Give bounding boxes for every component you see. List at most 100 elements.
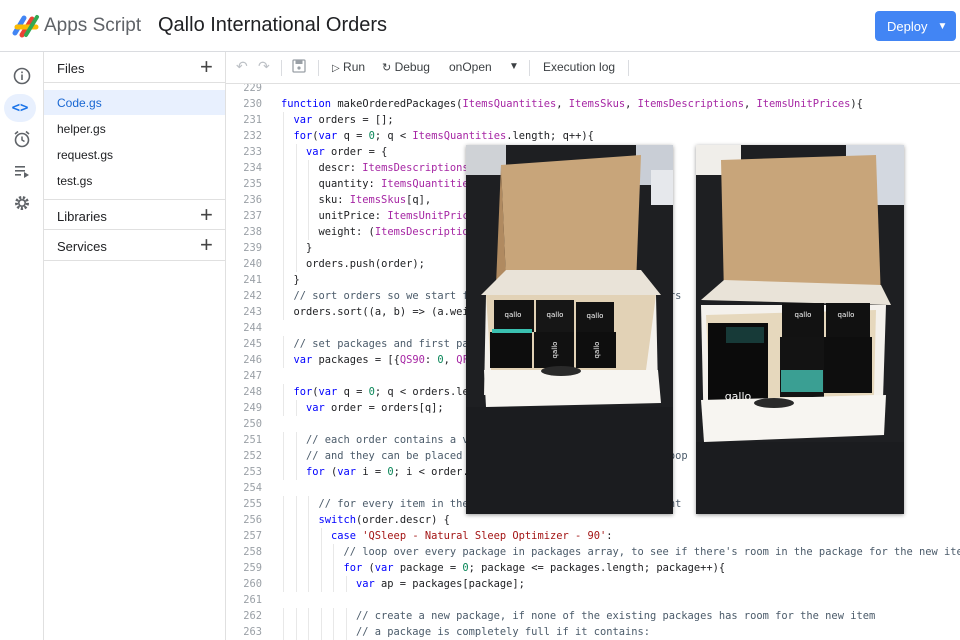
indent-guide xyxy=(283,576,284,592)
indent-guide xyxy=(320,528,322,544)
line-number: 262 xyxy=(243,610,262,622)
run-button[interactable]: ▷ Run xyxy=(332,60,365,74)
code-token: // create a new package, if none of the … xyxy=(356,610,876,622)
indent-guide xyxy=(345,624,347,640)
toolbar-divider xyxy=(318,60,319,76)
execution-log-button[interactable]: Execution log xyxy=(543,60,615,74)
indent-guide xyxy=(308,176,309,192)
indent-guide xyxy=(283,432,284,448)
file-item-request-gs[interactable]: request.gs xyxy=(44,142,225,167)
code-line[interactable]: 263 // a package is completely full if it… xyxy=(226,624,960,640)
line-number: 255 xyxy=(243,498,262,510)
code-token: for xyxy=(293,386,313,398)
indent-guide xyxy=(295,256,297,272)
code-line[interactable]: 261 xyxy=(226,592,960,608)
indent-guide xyxy=(283,384,284,400)
line-number: 240 xyxy=(243,258,262,270)
indent-guide xyxy=(345,576,347,592)
code-token: order = { xyxy=(331,146,388,158)
code-token: var xyxy=(306,146,332,158)
indent-guide xyxy=(320,608,322,624)
line-number: 252 xyxy=(243,450,262,462)
indent-guide xyxy=(308,544,309,560)
code-token: QS90 xyxy=(399,354,425,366)
code-line[interactable]: 258 // loop over every package in package… xyxy=(226,544,960,560)
indent-guide xyxy=(283,608,284,624)
line-number: 253 xyxy=(243,466,262,478)
line-number: 248 xyxy=(243,386,262,398)
executions-icon[interactable] xyxy=(10,159,34,183)
undo-icon[interactable]: ↶ xyxy=(236,58,248,75)
indent-guide xyxy=(333,560,334,576)
indent-guide xyxy=(283,528,284,544)
code-text: // each order contains a v xyxy=(306,432,469,448)
line-number: 263 xyxy=(243,626,262,638)
line-number: 241 xyxy=(243,274,262,286)
indent-guide xyxy=(295,544,297,560)
indent-guide xyxy=(295,576,297,592)
box-brand-text: qallo xyxy=(505,311,522,319)
code-token: ; package <= packages.length; package++)… xyxy=(468,562,726,574)
line-number: 245 xyxy=(243,338,262,350)
function-select[interactable]: onOpen ▼ xyxy=(449,60,519,74)
indent-guide xyxy=(295,448,297,464)
indent-guide xyxy=(320,576,322,592)
code-text: for (var package = 0; package <= package… xyxy=(344,560,726,576)
code-token: .length; q++){ xyxy=(506,130,594,142)
file-item-helper-gs[interactable]: helper.gs xyxy=(44,116,225,141)
code-line[interactable]: 256 switch(order.descr) { xyxy=(226,512,960,528)
code-token: function xyxy=(281,98,338,110)
alarm-icon[interactable] xyxy=(10,127,34,151)
line-number: 258 xyxy=(243,546,262,558)
info-icon[interactable] xyxy=(10,64,34,88)
code-text: // loop over every package in packages a… xyxy=(344,544,960,560)
debug-button[interactable]: ↻ Debug xyxy=(382,60,430,74)
libraries-section-header: Libraries + xyxy=(44,199,225,230)
code-text: for(var q = 0; q < ItemsQuantities.lengt… xyxy=(294,128,594,144)
indent-guide xyxy=(308,208,309,224)
photo-box-with-qallo-device: qallo qallo qallo xyxy=(696,145,904,514)
code-token: [q], xyxy=(406,194,432,206)
code-token: , xyxy=(743,98,757,110)
save-icon[interactable] xyxy=(292,59,306,76)
deploy-button[interactable]: Deploy ▼ xyxy=(875,11,956,41)
apps-script-logo-icon[interactable] xyxy=(12,13,40,39)
brand-name: Apps Script xyxy=(44,15,142,36)
code-line[interactable]: 257 case 'QSleep - Natural Sleep Optimize… xyxy=(226,528,960,544)
code-line[interactable]: 260 var ap = packages[package]; xyxy=(226,576,960,592)
project-title[interactable]: Qallo International Orders xyxy=(158,14,387,37)
file-item-code-gs[interactable]: Code.gs xyxy=(44,90,225,115)
play-icon: ▷ xyxy=(332,63,340,74)
file-item-test-gs[interactable]: test.gs xyxy=(44,168,225,193)
settings-icon[interactable] xyxy=(10,191,34,215)
code-token: ItemsQuantities xyxy=(462,98,557,110)
indent-guide xyxy=(283,112,284,128)
line-number: 232 xyxy=(243,130,262,142)
caret-down-icon: ▼ xyxy=(509,61,519,72)
add-file-plus-icon[interactable]: + xyxy=(200,54,213,80)
code-line[interactable]: 230 function makeOrderedPackages(ItemsQua… xyxy=(226,96,960,112)
code-line[interactable]: 231 var orders = []; xyxy=(226,112,960,128)
code-token: // set packages and first pa xyxy=(293,338,469,350)
code-token: for xyxy=(343,562,369,574)
code-line[interactable]: 259 for (var package = 0; package <= pack… xyxy=(226,560,960,576)
files-panel: Files + Code.gs helper.gs request.gs tes… xyxy=(44,52,226,640)
code-token: // each order contains a v xyxy=(306,434,469,446)
code-icon[interactable]: <> xyxy=(4,94,36,122)
box-brand-text: qallo xyxy=(593,342,601,359)
redo-icon[interactable]: ↷ xyxy=(258,58,270,75)
code-line[interactable]: 262 // create a new package, if none of t… xyxy=(226,608,960,624)
code-line[interactable]: 229 xyxy=(226,84,960,96)
line-number: 243 xyxy=(243,306,262,318)
code-token: ItemsQuantitie xyxy=(381,178,469,190)
line-number: 249 xyxy=(243,402,262,414)
code-line[interactable]: 232 for(var q = 0; q < ItemsQuantities.le… xyxy=(226,128,960,144)
deploy-label: Deploy xyxy=(887,18,928,34)
add-library-plus-icon[interactable]: + xyxy=(200,202,213,228)
indent-guide xyxy=(333,624,334,640)
indent-guide xyxy=(295,240,297,256)
line-number: 242 xyxy=(243,290,262,302)
add-service-plus-icon[interactable]: + xyxy=(200,232,213,258)
code-text: function makeOrderedPackages(ItemsQuanti… xyxy=(281,96,863,112)
indent-guide xyxy=(308,224,309,240)
